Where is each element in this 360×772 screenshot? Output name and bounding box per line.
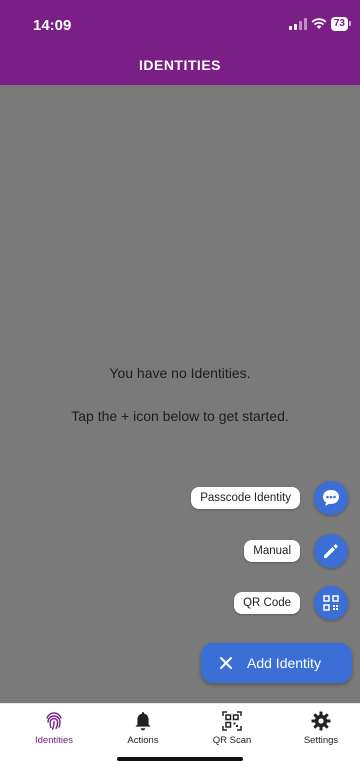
tab-actions[interactable]: Actions xyxy=(108,710,178,746)
qr-scan-icon xyxy=(222,711,242,731)
gear-icon xyxy=(311,711,331,731)
fab-item-qr-code[interactable]: QR Code xyxy=(234,586,348,620)
manual-button[interactable] xyxy=(314,534,348,568)
fab-item-manual[interactable]: Manual xyxy=(244,534,348,568)
fab-label-passcode-identity[interactable]: Passcode Identity xyxy=(191,487,300,509)
status-time: 14:09 xyxy=(33,17,72,34)
signal-icon xyxy=(288,18,307,30)
qr-code-button[interactable] xyxy=(314,586,348,620)
tab-identities-label: Identities xyxy=(34,735,74,746)
wifi-icon xyxy=(311,18,327,29)
tab-settings-label: Settings xyxy=(303,735,339,746)
passcode-identity-button[interactable] xyxy=(314,481,348,515)
tab-qr-scan[interactable]: QR Scan xyxy=(197,710,267,746)
page-title: IDENTITIES xyxy=(138,57,221,73)
empty-state-hint: Tap the + icon below to get started. xyxy=(71,408,289,424)
qr-code-icon xyxy=(323,595,339,611)
add-identity-label: Add Identity xyxy=(247,655,321,671)
status-icons: 73 xyxy=(288,17,352,31)
pencil-icon xyxy=(324,544,338,558)
fab-item-passcode-identity[interactable]: Passcode Identity xyxy=(191,481,348,515)
tab-identities[interactable]: Identities xyxy=(19,710,89,746)
tab-qr-scan-label: QR Scan xyxy=(212,735,252,746)
bell-icon xyxy=(135,712,151,731)
home-indicator xyxy=(117,757,243,761)
add-identity-button[interactable]: Add Identity xyxy=(201,643,352,683)
chat-bubble-icon xyxy=(323,490,339,506)
tab-actions-label: Actions xyxy=(127,735,159,746)
empty-state-title: You have no Identities. xyxy=(109,365,251,381)
battery-icon: 73 xyxy=(330,17,352,31)
status-bar: 14:09 73 xyxy=(0,0,360,46)
tab-settings[interactable]: Settings xyxy=(286,710,356,746)
fab-label-manual[interactable]: Manual xyxy=(244,540,300,562)
bottom-nav: Identities Actions QR Scan Settings xyxy=(0,703,360,772)
fab-label-qr-code[interactable]: QR Code xyxy=(234,592,300,614)
fingerprint-icon xyxy=(46,712,62,730)
app-header: IDENTITIES xyxy=(0,46,360,85)
close-icon xyxy=(220,657,232,669)
content-overlay[interactable]: You have no Identities. Tap the + icon b… xyxy=(0,85,360,703)
